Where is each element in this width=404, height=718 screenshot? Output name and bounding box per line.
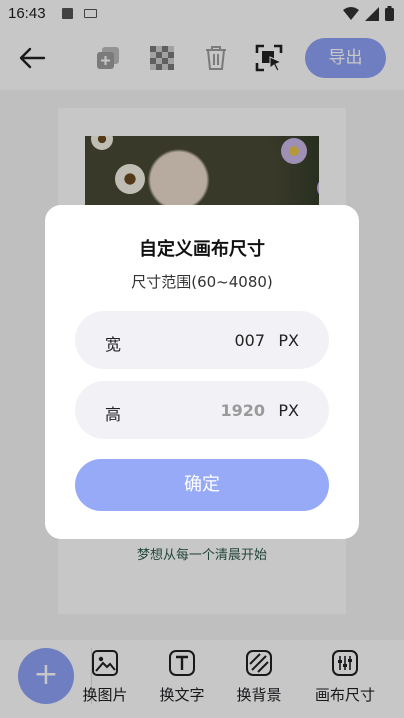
height-label: 高 bbox=[105, 405, 122, 424]
height-input[interactable] bbox=[155, 399, 265, 421]
width-unit: PX bbox=[278, 331, 299, 350]
width-input[interactable] bbox=[155, 329, 265, 351]
dialog-subtitle: 尺寸范围(60~4080) bbox=[131, 273, 273, 291]
height-field[interactable]: 高 PX bbox=[75, 381, 329, 439]
height-unit: PX bbox=[278, 401, 299, 420]
dialog-title: 自定义画布尺寸 bbox=[139, 239, 265, 260]
canvas-size-dialog: 自定义画布尺寸 尺寸范围(60~4080) 宽 PX 高 PX 确定 bbox=[45, 205, 359, 539]
width-field[interactable]: 宽 PX bbox=[75, 311, 329, 369]
confirm-button[interactable]: 确定 bbox=[75, 459, 329, 511]
width-label: 宽 bbox=[105, 335, 122, 354]
